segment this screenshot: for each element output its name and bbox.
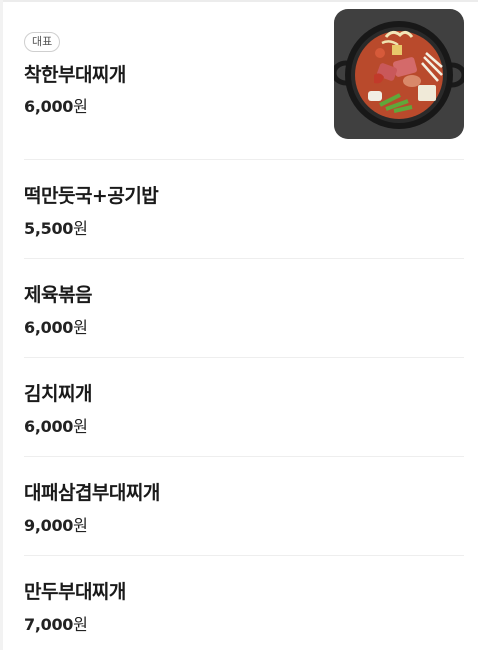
menu-item-price: 9,000원: [24, 512, 88, 536]
menu-item-photo[interactable]: [334, 9, 464, 139]
menu-item-name: 대패삼겹부대찌개: [24, 482, 160, 504]
menu-list: 대표 착한부대찌개 6,000원 떡만둣국+공기밥 5,500원 제육볶음 6,…: [24, 0, 464, 655]
budae-jjigae-image: [334, 9, 464, 139]
price-currency: 원: [73, 318, 88, 337]
menu-item[interactable]: 제육볶음 6,000원: [24, 259, 464, 358]
menu-item-price: 6,000원: [24, 413, 88, 437]
menu-item[interactable]: 떡만둣국+공기밥 5,500원: [24, 160, 464, 259]
menu-item[interactable]: 대패삼겹부대찌개 9,000원: [24, 457, 464, 556]
price-currency: 원: [73, 615, 88, 634]
menu-item-name: 제육볶음: [24, 284, 92, 306]
price-currency: 원: [73, 97, 88, 116]
price-currency: 원: [73, 516, 88, 535]
price-currency: 원: [73, 219, 88, 238]
menu-item-name: 착한부대찌개: [24, 64, 126, 86]
menu-item-name: 김치찌개: [24, 383, 92, 405]
price-amount: 5,500: [24, 219, 74, 238]
menu-item-name: 만두부대찌개: [24, 581, 126, 603]
representative-badge: 대표: [24, 32, 61, 52]
menu-item-price: 6,000원: [24, 93, 88, 117]
menu-item[interactable]: 만두부대찌개 7,000원: [24, 556, 464, 655]
menu-item-price: 7,000원: [24, 611, 88, 635]
menu-item[interactable]: 김치찌개 6,000원: [24, 358, 464, 457]
price-amount: 6,000: [24, 97, 74, 116]
price-amount: 6,000: [24, 318, 74, 337]
menu-item-price: 6,000원: [24, 314, 88, 338]
menu-item[interactable]: 대표 착한부대찌개 6,000원: [24, 0, 464, 160]
price-amount: 9,000: [24, 516, 74, 535]
menu-item-price: 5,500원: [24, 215, 88, 239]
price-currency: 원: [73, 417, 88, 436]
menu-item-name: 떡만둣국+공기밥: [24, 185, 159, 207]
price-amount: 6,000: [24, 417, 74, 436]
left-edge: [0, 0, 3, 650]
price-amount: 7,000: [24, 615, 74, 634]
